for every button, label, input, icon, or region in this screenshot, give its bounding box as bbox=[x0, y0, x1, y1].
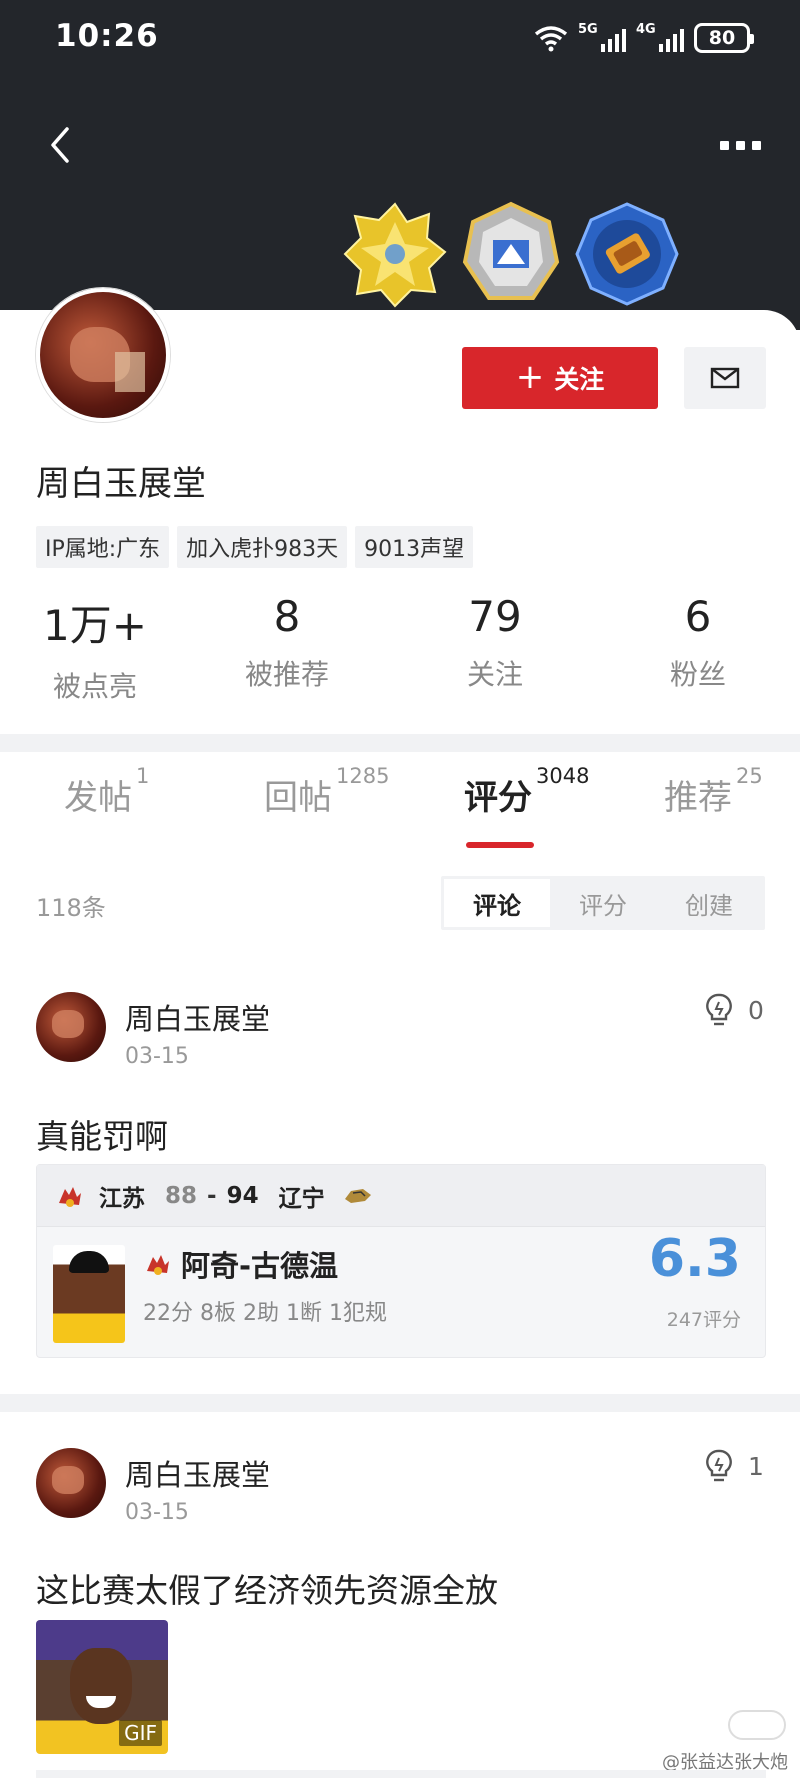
battery-level: 80 bbox=[708, 27, 736, 49]
section-divider bbox=[0, 734, 800, 752]
stat-fans[interactable]: 6 粉丝 bbox=[598, 592, 798, 705]
tab-count: 25 bbox=[736, 764, 763, 788]
stat-label: 被推荐 bbox=[244, 658, 329, 691]
status-time: 10:26 bbox=[55, 18, 159, 54]
light-button[interactable]: 1 bbox=[704, 1448, 764, 1484]
player-stats: 22分 8板 2助 1断 1犯规 bbox=[143, 1301, 387, 1326]
stat-label: 被点亮 bbox=[52, 670, 137, 703]
tab-count: 1 bbox=[136, 764, 150, 788]
player-rating: 6.3 bbox=[648, 1229, 741, 1289]
ip-location-tag: IP属地:广东 bbox=[36, 526, 170, 568]
profile-stats: 1万+ 被点亮 8 被推荐 79 关注 6 粉丝 bbox=[0, 592, 800, 705]
gif-image bbox=[70, 1648, 132, 1724]
segment-created[interactable]: 创建 bbox=[656, 879, 762, 927]
team2-name: 辽宁 bbox=[278, 1185, 325, 1212]
wifi-icon bbox=[534, 26, 568, 52]
more-button[interactable] bbox=[710, 130, 770, 160]
gold-star-badge-icon[interactable] bbox=[340, 196, 450, 311]
message-button[interactable] bbox=[684, 347, 766, 409]
post-avatar[interactable] bbox=[36, 992, 106, 1062]
post-author[interactable]: 周白玉展堂 bbox=[125, 1452, 270, 1494]
light-count: 1 bbox=[748, 1451, 764, 1481]
stat-value: 8 bbox=[273, 592, 301, 641]
watermark-logo-icon bbox=[728, 1710, 786, 1740]
post-date: 03-15 bbox=[125, 1500, 189, 1525]
profile-tags: IP属地:广东 加入虎扑983天 9013声望 bbox=[36, 526, 474, 568]
content-tabs: 发帖1 回帖1285 评分3048 推荐25 bbox=[0, 764, 800, 850]
stat-value: 1万+ bbox=[43, 601, 147, 650]
avatar[interactable] bbox=[36, 288, 170, 422]
tab-label: 发帖 bbox=[64, 778, 132, 818]
player-name: 阿奇-古德温 bbox=[181, 1249, 339, 1283]
post-text: 这比赛太假了经济领先资源全放 bbox=[36, 1571, 498, 1610]
tab-recommended[interactable]: 推荐25 bbox=[664, 764, 763, 819]
score-dash: - bbox=[207, 1182, 217, 1209]
section-divider bbox=[0, 1394, 800, 1412]
tab-label: 回帖 bbox=[264, 778, 332, 818]
tab-posts[interactable]: 发帖1 bbox=[64, 764, 149, 819]
team1-score: 88 bbox=[165, 1182, 198, 1209]
profile-header: 10:26 5G 4G 80 bbox=[0, 0, 800, 330]
stat-value: 79 bbox=[468, 592, 522, 641]
stat-following[interactable]: 79 关注 bbox=[395, 592, 595, 705]
signal-4g-icon: 4G bbox=[636, 22, 684, 54]
segment-ratings[interactable]: 评分 bbox=[550, 879, 656, 927]
reputation-tag: 9013声望 bbox=[355, 526, 474, 568]
network-type-1: 5G bbox=[578, 22, 598, 37]
back-button[interactable] bbox=[45, 125, 85, 169]
stat-label: 粉丝 bbox=[669, 658, 726, 691]
gif-thumbnail[interactable]: GIF bbox=[36, 1620, 168, 1754]
team2-score: 94 bbox=[226, 1182, 259, 1209]
post-author[interactable]: 周白玉展堂 bbox=[125, 996, 270, 1038]
mail-icon bbox=[710, 367, 740, 389]
signal-5g-icon: 5G bbox=[578, 22, 626, 54]
username: 周白玉展堂 bbox=[36, 464, 206, 504]
follow-label: 关注 bbox=[554, 365, 605, 394]
lightbulb-icon bbox=[706, 993, 732, 1026]
status-icons: 5G 4G 80 bbox=[534, 22, 754, 54]
player-name-row: 阿奇-古德温 bbox=[143, 1243, 338, 1285]
jiangsu-team-logo-icon bbox=[59, 1186, 81, 1207]
game-score-bar: 江苏 88 - 94 辽宁 bbox=[37, 1165, 765, 1227]
liaoning-team-logo-icon bbox=[344, 1188, 371, 1203]
silver-shield-badge-icon[interactable] bbox=[456, 196, 566, 311]
tab-count: 1285 bbox=[336, 764, 390, 788]
post-date: 03-15 bbox=[125, 1044, 189, 1069]
lightbulb-icon bbox=[706, 1449, 732, 1482]
stat-label: 关注 bbox=[466, 658, 523, 691]
chevron-left-icon bbox=[51, 127, 69, 163]
plus-icon: + bbox=[515, 356, 545, 397]
tab-label: 推荐 bbox=[664, 778, 732, 818]
stat-value: 6 bbox=[684, 592, 712, 641]
blue-ring-badge-icon[interactable] bbox=[572, 196, 682, 311]
item-count: 118条 bbox=[36, 894, 106, 922]
segment-control: 评论 评分 创建 bbox=[441, 876, 765, 930]
tab-ratings[interactable]: 评分3048 bbox=[464, 764, 589, 819]
segment-comments[interactable]: 评论 bbox=[444, 879, 550, 927]
more-dots-icon bbox=[719, 140, 729, 150]
gif-label: GIF bbox=[119, 1720, 162, 1746]
team1-name: 江苏 bbox=[99, 1185, 145, 1212]
status-bar: 10:26 5G 4G 80 bbox=[0, 0, 800, 80]
battery-icon: 80 bbox=[694, 23, 754, 53]
tab-replies[interactable]: 回帖1285 bbox=[264, 764, 389, 819]
player-photo bbox=[53, 1245, 125, 1343]
next-card-edge bbox=[36, 1770, 766, 1778]
player-team-logo-icon bbox=[147, 1255, 169, 1275]
badge-row bbox=[340, 196, 682, 311]
tab-label: 评分 bbox=[464, 778, 532, 818]
active-tab-indicator bbox=[466, 842, 534, 848]
post-avatar[interactable] bbox=[36, 1448, 106, 1518]
join-days-tag: 加入虎扑983天 bbox=[177, 526, 348, 568]
game-rating-card[interactable]: 江苏 88 - 94 辽宁 阿奇-古德温 22分 8板 2助 1断 1犯规 6.… bbox=[36, 1164, 766, 1358]
follow-button[interactable]: + 关注 bbox=[462, 347, 658, 409]
light-count: 0 bbox=[748, 995, 764, 1025]
post-text: 真能罚啊 bbox=[36, 1117, 168, 1156]
stat-lights[interactable]: 1万+ 被点亮 bbox=[0, 592, 195, 705]
tab-count: 3048 bbox=[536, 764, 590, 788]
stat-recommended[interactable]: 8 被推荐 bbox=[187, 592, 387, 705]
light-button[interactable]: 0 bbox=[704, 992, 764, 1028]
rating-count: 247评分 bbox=[666, 1309, 741, 1331]
network-type-2: 4G bbox=[636, 22, 656, 37]
